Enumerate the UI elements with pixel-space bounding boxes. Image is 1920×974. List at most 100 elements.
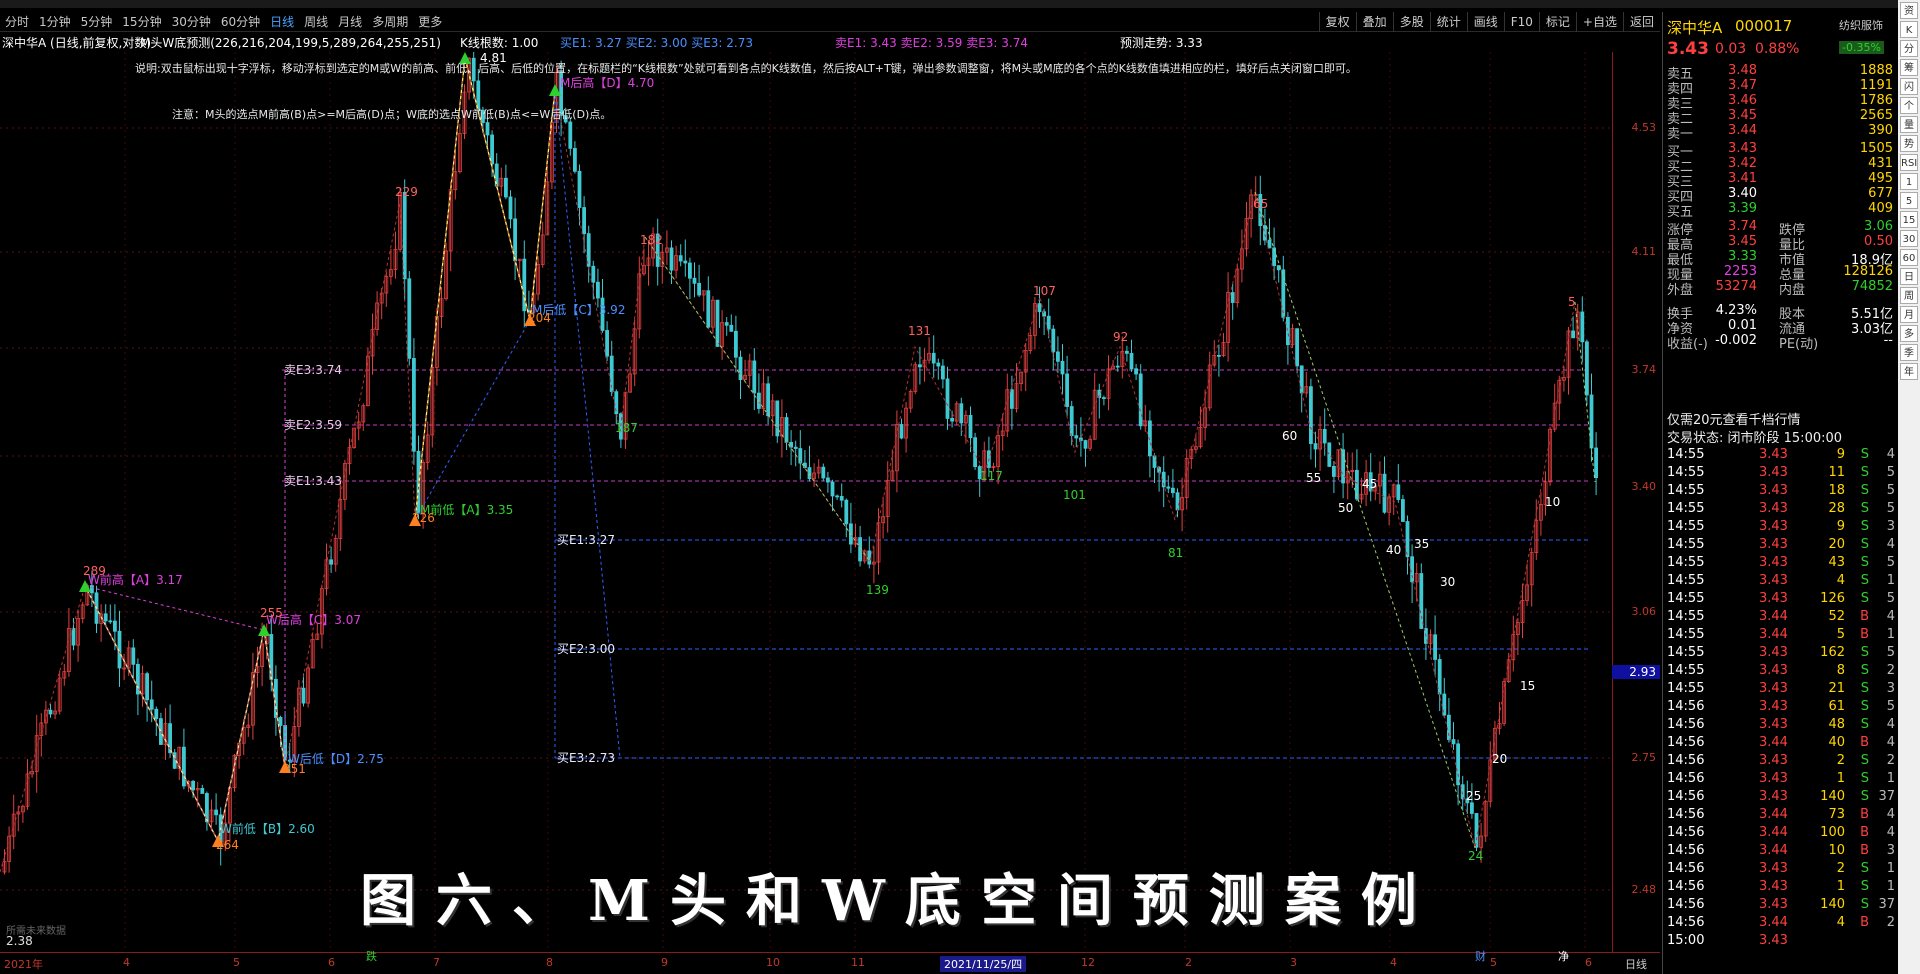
sidebar-button[interactable]: 量 bbox=[1900, 116, 1918, 133]
candle-body bbox=[145, 673, 150, 701]
candle-body bbox=[669, 247, 674, 271]
period-tab[interactable]: 多周期 bbox=[367, 13, 413, 30]
candle-body bbox=[715, 299, 720, 347]
stat-key: 外盘 bbox=[1667, 283, 1694, 298]
tick-time: 14:55 bbox=[1667, 591, 1705, 606]
sidebar-button[interactable]: 势 bbox=[1900, 135, 1918, 152]
forecast-label: 预测走势: 3.33 bbox=[1120, 36, 1203, 50]
promo-text[interactable]: 仅需20元查看千档行情 bbox=[1663, 408, 1897, 428]
event-marker[interactable]: 净 bbox=[1558, 948, 1569, 964]
candle-body bbox=[1217, 354, 1221, 357]
tick-side: S bbox=[1860, 663, 1869, 678]
tool-button[interactable]: F10 bbox=[1503, 12, 1539, 32]
tick-row: 14:56 3.44 100 B 4 bbox=[1663, 824, 1897, 842]
candle-body bbox=[108, 620, 113, 623]
period-tab[interactable]: 60分钟 bbox=[216, 13, 265, 30]
event-marker[interactable]: 财 bbox=[1475, 948, 1486, 964]
candle-body bbox=[1060, 360, 1065, 375]
tool-button[interactable]: 返回 bbox=[1622, 12, 1660, 32]
period-tab-more[interactable]: 更多 bbox=[413, 13, 447, 30]
tick-count: 2 bbox=[1886, 915, 1895, 930]
sidebar-button[interactable]: 周 bbox=[1900, 287, 1918, 304]
tick-price: 3.43 bbox=[1759, 447, 1788, 462]
sidebar-button[interactable]: K bbox=[1900, 21, 1918, 38]
tick-count: 2 bbox=[1886, 663, 1895, 678]
bid-volume: 677 bbox=[1868, 186, 1893, 201]
tick-price: 3.44 bbox=[1759, 627, 1788, 642]
count-131: 131 bbox=[908, 324, 931, 338]
tick-side: B bbox=[1860, 627, 1869, 642]
ask-volume: 390 bbox=[1868, 123, 1893, 138]
sidebar-button[interactable]: 15 bbox=[1900, 211, 1918, 228]
event-marker[interactable]: 跌 bbox=[366, 948, 377, 964]
sidebar-button[interactable]: 个 bbox=[1900, 97, 1918, 114]
sidebar-button[interactable]: 筹 bbox=[1900, 59, 1918, 76]
candle-body bbox=[1281, 269, 1286, 318]
sidebar-button[interactable]: 5 bbox=[1900, 192, 1918, 209]
tool-button[interactable]: 统计 bbox=[1429, 12, 1467, 32]
tick-side: S bbox=[1860, 789, 1869, 804]
tick-row: 14:55 3.43 162 S 5 bbox=[1663, 644, 1897, 662]
candle-body bbox=[402, 191, 407, 280]
period-tab[interactable]: 30分钟 bbox=[167, 13, 216, 30]
stat-value: 0.01 bbox=[1728, 318, 1757, 333]
bid-price: 3.43 bbox=[1728, 141, 1757, 156]
candle-body bbox=[766, 383, 770, 417]
candle-body bbox=[1585, 341, 1589, 396]
count-264: 264 bbox=[216, 838, 239, 852]
kline-svg: 卖E3:3.74 卖E2:3.59 卖E1:3.43 买E1:3.27 买E2:… bbox=[0, 36, 1610, 952]
sidebar-button[interactable]: 闪 bbox=[1900, 78, 1918, 95]
sidebar-button[interactable]: 月 bbox=[1900, 306, 1918, 323]
period-tab[interactable]: 1分钟 bbox=[34, 13, 76, 30]
industry-name[interactable]: 纺织服饰 bbox=[1839, 17, 1883, 33]
price-tick: 3.40 bbox=[1631, 480, 1657, 493]
tool-button[interactable]: 标记 bbox=[1538, 12, 1576, 32]
tick-count: 1 bbox=[1886, 861, 1895, 876]
tick-row: 15:00 3.43 bbox=[1663, 932, 1897, 950]
tick-time: 14:55 bbox=[1667, 573, 1705, 588]
period-tab-daily[interactable]: 日线 bbox=[265, 13, 299, 30]
tool-button[interactable]: 叠加 bbox=[1355, 12, 1393, 32]
tick-price: 3.43 bbox=[1759, 681, 1788, 696]
tick-time: 14:55 bbox=[1667, 681, 1705, 696]
bid-volume: 431 bbox=[1868, 156, 1893, 171]
bid-volume: 409 bbox=[1868, 201, 1893, 216]
period-tab[interactable]: 5分钟 bbox=[76, 13, 118, 30]
sidebar-button[interactable]: 30 bbox=[1900, 230, 1918, 247]
tick-side: B bbox=[1860, 915, 1869, 930]
bid-price: 3.40 bbox=[1728, 186, 1757, 201]
sidebar-button[interactable]: 日 bbox=[1900, 268, 1918, 285]
period-tab[interactable]: 分时 bbox=[0, 13, 34, 30]
sidebar-button[interactable]: 年 bbox=[1900, 363, 1918, 380]
sidebar-button[interactable]: 1 bbox=[1900, 173, 1918, 190]
tool-button[interactable]: +自选 bbox=[1575, 12, 1623, 32]
sidebar-button[interactable]: 分 bbox=[1900, 40, 1918, 57]
price-change: 0.03 bbox=[1715, 41, 1747, 57]
candle-body bbox=[485, 122, 490, 136]
tick-side: S bbox=[1860, 645, 1869, 660]
indicator-title[interactable]: M头W底预测(226,216,204,199,5,289,264,255,251… bbox=[140, 34, 441, 51]
tick-volume: 52 bbox=[1828, 609, 1845, 624]
tick-time: 14:56 bbox=[1667, 789, 1705, 804]
tick-count: 5 bbox=[1886, 555, 1895, 570]
tool-button[interactable]: 画线 bbox=[1466, 12, 1504, 32]
tool-button[interactable]: 多股 bbox=[1392, 12, 1430, 32]
sidebar-button[interactable]: 季 bbox=[1900, 344, 1918, 361]
kline-chart[interactable]: 卖E3:3.74 卖E2:3.59 卖E1:3.43 买E1:3.27 买E2:… bbox=[0, 36, 1610, 952]
sidebar-button[interactable]: RSI bbox=[1900, 154, 1918, 171]
price-change-pct: 0.88% bbox=[1755, 41, 1800, 57]
period-tab[interactable]: 月线 bbox=[333, 13, 367, 30]
tick-count: 5 bbox=[1886, 465, 1895, 480]
sidebar-button[interactable]: 60 bbox=[1900, 249, 1918, 266]
sidebar-button[interactable]: 资 bbox=[1900, 2, 1918, 19]
count-15: 15 bbox=[1520, 679, 1535, 693]
period-tab[interactable]: 15分钟 bbox=[117, 13, 166, 30]
tick-price: 3.43 bbox=[1759, 879, 1788, 894]
stat-row: 外盘 53274 内盘 74852 bbox=[1663, 278, 1897, 298]
period-tab[interactable]: 周线 bbox=[299, 13, 333, 30]
sidebar-button[interactable]: 多 bbox=[1900, 325, 1918, 342]
tool-button[interactable]: 复权 bbox=[1318, 12, 1356, 32]
time-tick: 4 bbox=[123, 956, 130, 969]
candle-body bbox=[688, 262, 692, 279]
bid-row: 买五 3.39 409 bbox=[1663, 200, 1897, 220]
